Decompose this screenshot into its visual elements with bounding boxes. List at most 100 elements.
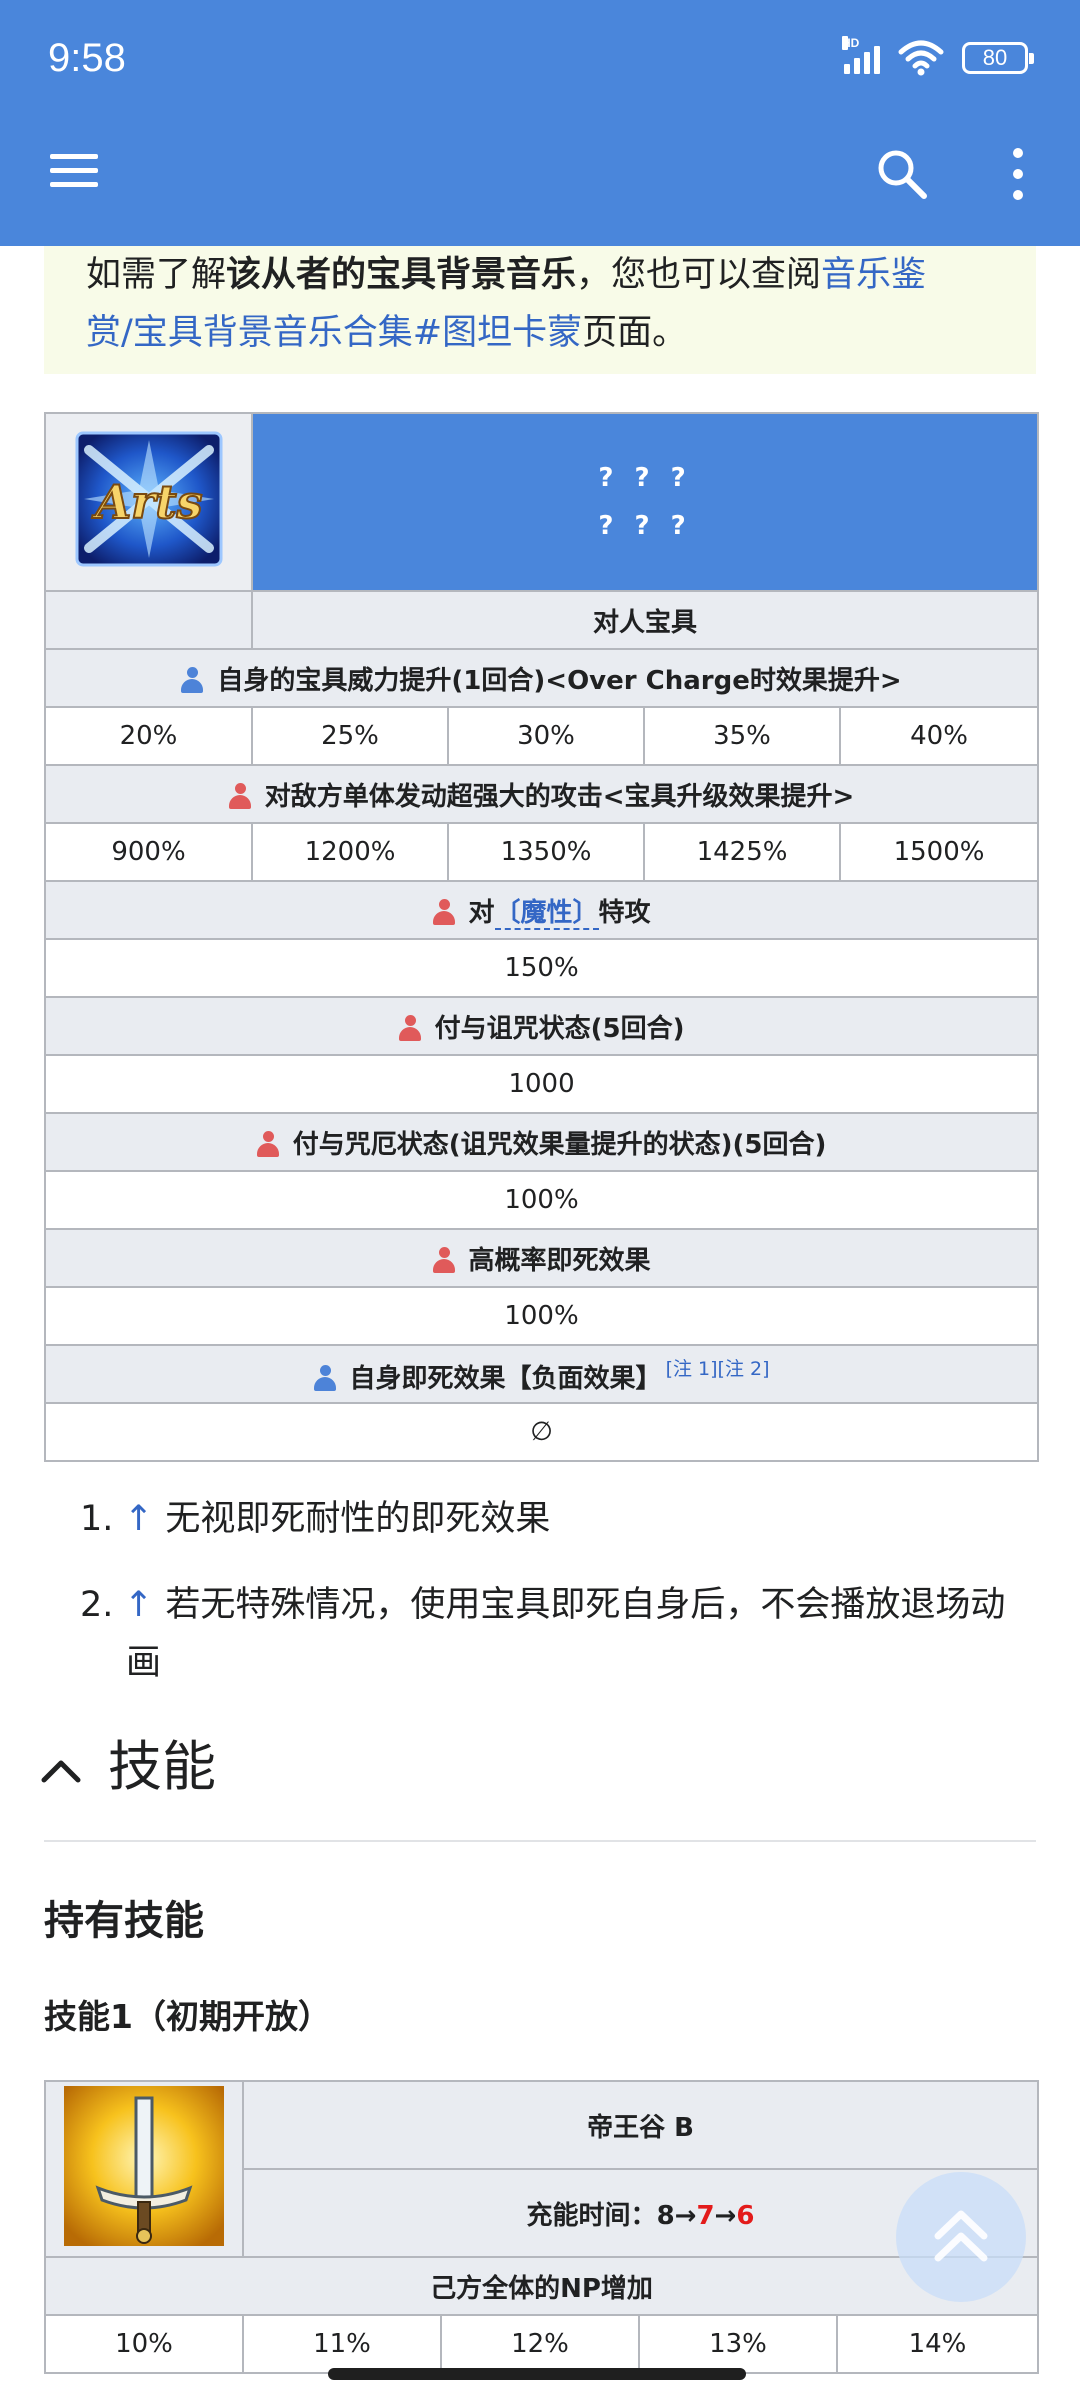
self-target-icon (313, 1364, 336, 1391)
np-type: 对人宝具 (250, 590, 1040, 650)
effect-value: 100% (43, 1286, 1040, 1346)
chevron-up-icon[interactable] (40, 1750, 82, 1792)
effect-value: 30% (447, 706, 645, 766)
footnote-2: 2. ↑ 若无特殊情况，使用宝具即死自身后，不会播放退场动 画 (80, 1576, 1040, 1692)
effect-label-suffix: 特攻 (598, 897, 651, 928)
svg-text:Arts: Arts (91, 475, 202, 529)
skill-name: 帝王谷 B (242, 2080, 1039, 2170)
more-options-icon[interactable] (1003, 148, 1033, 200)
music-link-part1[interactable]: 音乐鉴 (821, 255, 926, 295)
cooldown-label: 充能时间： (526, 2200, 657, 2231)
effect-value: 1500% (838, 822, 1040, 882)
search-icon[interactable] (874, 146, 930, 202)
status-time: 9:58 (48, 36, 126, 80)
skill-value: 13% (638, 2314, 838, 2374)
skill-value: 14% (836, 2314, 1039, 2374)
menu-button[interactable] (50, 154, 98, 190)
skill-icon-cell (44, 2080, 244, 2258)
effect-header: 高概率即死效果 (43, 1228, 1040, 1288)
effect-label-prefix: 对 (468, 897, 495, 928)
skills-heading: 持有技能 (44, 1898, 204, 1944)
skill-value: 11% (242, 2314, 442, 2374)
footnote-text: 无视即死耐性的即死效果 (165, 1499, 551, 1539)
effect-header: 对敌方单体发动超强大的攻击<宝具升级效果提升> (43, 764, 1040, 824)
effect-header: 自身即死效果【负面效果】 [注 1][注 2] (43, 1344, 1040, 1404)
battery-level: 80 (982, 45, 1008, 70)
effect-value: 1350% (447, 822, 645, 882)
np-type-blank (44, 590, 253, 650)
effect-value: 1000 (43, 1054, 1040, 1114)
noble-phantasm-table: Arts ? ? ? ? ? ? 对人宝具 自身的宝具威力提升(1回合)<Ove… (43, 412, 1040, 1462)
skill-value: 10% (44, 2314, 244, 2374)
wifi-icon (898, 40, 944, 76)
effect-value: 100% (43, 1170, 1040, 1230)
effect-header: 付与咒厄状态(诅咒效果量提升的状态)(5回合) (43, 1112, 1040, 1172)
enemy-target-icon (228, 782, 251, 809)
notice-middle: ，您也可以查阅 (576, 255, 822, 295)
bgm-notice: 如需了解该从者的宝具背景音乐，您也可以查阅音乐鉴赏/宝具背景音乐合集#图坦卡蒙页… (44, 246, 1036, 374)
cooldown-start: 8 (656, 2200, 675, 2231)
effect-value: 25% (251, 706, 449, 766)
self-target-icon (181, 666, 204, 693)
np-name-line2: ? ? ? (598, 511, 692, 541)
enemy-target-icon (256, 1130, 279, 1157)
enemy-target-icon (398, 1014, 421, 1041)
footnote-link-2[interactable]: [注 2] (718, 1358, 770, 1380)
effect-header: 对〔魔性〕特攻 (43, 880, 1040, 940)
notice-prefix: 如需了解 (86, 255, 227, 295)
footnote-text-continued: 画 (126, 1643, 162, 1683)
cooldown-end: 6 (736, 2200, 755, 2231)
battery-icon: 80 (962, 42, 1034, 74)
section-title[interactable]: 技能 (108, 1722, 216, 1801)
cooldown-arrow: → (714, 2200, 737, 2231)
effect-label: 高概率即死效果 (468, 1245, 651, 1276)
effect-header: 自身的宝具威力提升(1回合)<Over Charge时效果提升> (43, 648, 1040, 708)
skill1-table: 帝王谷 B 充能时间：8→7→6 己方全体的NP增加 10% 11% 12% 1… (44, 2080, 1039, 2374)
sword-skill-icon (64, 2085, 224, 2246)
enemy-target-icon (432, 1246, 455, 1273)
skill1-heading: 技能1（初期开放） (44, 1997, 331, 2036)
cooldown-arrow: → (674, 2200, 697, 2231)
effect-value: 900% (44, 822, 253, 882)
skill-effect-label: 己方全体的NP增加 (44, 2256, 1039, 2316)
trait-link[interactable]: 〔魔性〕 (494, 897, 599, 930)
notice-bold: 该从者的宝具背景音乐 (226, 255, 577, 295)
card-icon-cell: Arts (44, 412, 253, 592)
effect-label: 对敌方单体发动超强大的攻击<宝具升级效果提升> (264, 781, 855, 812)
double-chevron-up-icon (934, 2210, 988, 2262)
status-icons: HD 80 (842, 36, 1034, 76)
scroll-to-top-button[interactable] (896, 2172, 1026, 2302)
gesture-bar[interactable] (328, 2368, 746, 2380)
cooldown-mid: 7 (696, 2200, 715, 2231)
effect-header: 付与诅咒状态(5回合) (43, 996, 1040, 1056)
np-name-cell: ? ? ? ? ? ? (250, 412, 1040, 592)
effect-value: 40% (838, 706, 1040, 766)
footnote-text: 若无特殊情况，使用宝具即死自身后，不会播放退场动 (165, 1585, 1006, 1625)
network-type: HD (842, 36, 860, 50)
back-arrow-link[interactable]: ↑ (124, 1499, 153, 1539)
np-name-line1: ? ? ? (598, 463, 692, 493)
effect-value: 1425% (643, 822, 841, 882)
signal-icon: HD (842, 36, 880, 74)
effect-value: 35% (643, 706, 841, 766)
effect-value: 20% (44, 706, 253, 766)
skill-value: 12% (440, 2314, 640, 2374)
footnote-link-1[interactable]: [注 1] (666, 1358, 718, 1380)
arts-card-icon: Arts (75, 431, 222, 566)
music-link-part2[interactable]: 赏/宝具背景音乐合集#图坦卡蒙 (86, 313, 582, 353)
footnote-number: 2. (80, 1585, 114, 1625)
effect-label: 自身即死效果【负面效果】 (349, 1363, 662, 1394)
effect-value: 150% (43, 938, 1040, 998)
app-bar: 9:58 HD 80 (0, 0, 1080, 246)
effect-label: 自身的宝具威力提升(1回合)<Over Charge时效果提升> (217, 665, 902, 696)
footnote-number: 1. (80, 1499, 114, 1539)
notice-suffix: 页面。 (582, 313, 688, 353)
effect-value: ∅ (43, 1402, 1040, 1462)
enemy-target-icon (432, 898, 455, 925)
effect-label: 付与咒厄状态(诅咒效果量提升的状态)(5回合) (292, 1129, 827, 1160)
effect-value: 1200% (251, 822, 449, 882)
section-divider (44, 1840, 1036, 1842)
effect-label: 付与诅咒状态(5回合) (434, 1013, 685, 1044)
back-arrow-link[interactable]: ↑ (124, 1585, 153, 1625)
footnote-1: 1. ↑ 无视即死耐性的即死效果 (80, 1490, 1040, 1548)
